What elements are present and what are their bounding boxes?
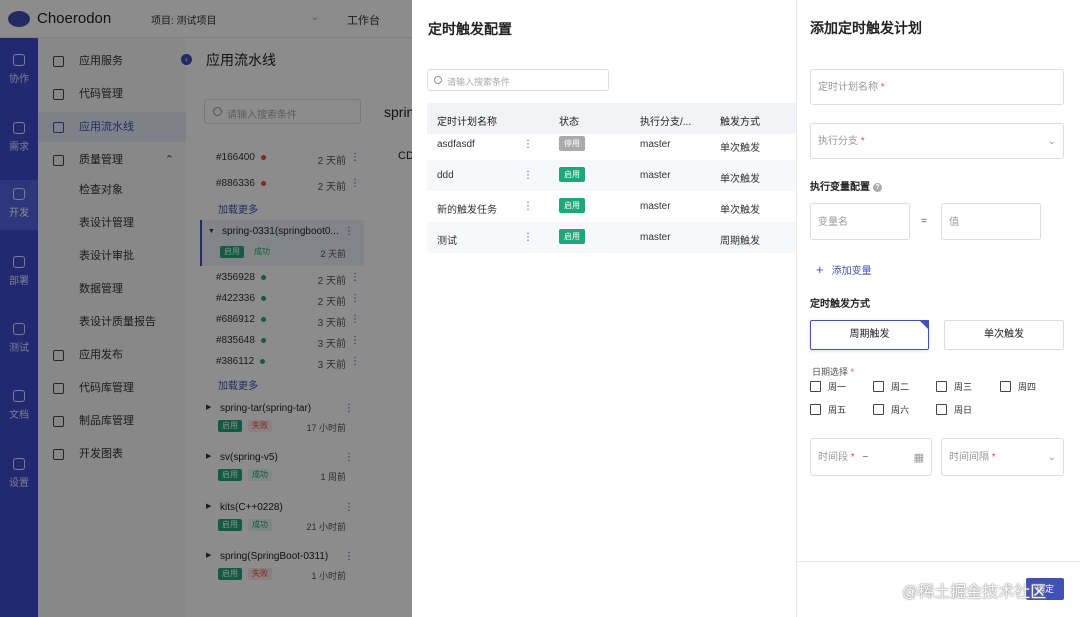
single-trigger-option[interactable]: 单次触发 [944, 320, 1064, 350]
checkbox-icon [936, 404, 947, 415]
day-checkbox-tue[interactable]: 周二 [873, 381, 909, 393]
plan-name: 测试 [437, 236, 457, 247]
required-mark: * [991, 452, 996, 463]
trigger-type: 周期触发 [720, 236, 760, 247]
day-label: 周五 [828, 405, 847, 415]
column-header: 状态 [559, 117, 579, 128]
plan-name: ddd [437, 170, 454, 181]
trigger-section-title: 定时触发方式 [810, 299, 870, 310]
var-value-field[interactable]: 值 [941, 203, 1041, 240]
field-label: 定时计划名称 [818, 82, 878, 93]
plan-name-field[interactable]: 定时计划名称 * [810, 69, 1064, 105]
column-header: 执行分支/... [640, 117, 692, 128]
plus-icon: + [816, 262, 824, 277]
status-badge: 停用 [559, 136, 585, 151]
day-label: 周三 [954, 382, 973, 392]
day-label: 周二 [891, 382, 910, 392]
time-range-field[interactable]: 时间段 * ~ ▦ [810, 438, 932, 476]
trigger-type: 单次触发 [720, 174, 760, 185]
search-icon [434, 76, 442, 84]
required-mark: * [860, 136, 865, 147]
required-mark: * [850, 367, 855, 377]
day-checkbox-wed[interactable]: 周三 [936, 381, 972, 393]
field-label: 时间间隔 [949, 452, 989, 463]
search-placeholder: 请输入搜索条件 [447, 77, 511, 87]
checkbox-icon [873, 404, 884, 415]
table-row[interactable]: 测试 ⋮ 启用 master 周期触发 [427, 222, 796, 253]
branch: master [640, 201, 671, 212]
drawer-title: 添加定时触发计划 [810, 20, 922, 36]
add-variable-button[interactable]: + 添加变量 [816, 262, 872, 277]
checkbox-icon [1000, 381, 1011, 392]
more-icon[interactable]: ⋮ [523, 170, 533, 181]
column-header: 触发方式 [720, 117, 760, 128]
chevron-down-icon: ⌄ [1047, 452, 1056, 463]
date-select-label: 日期选择 * [812, 365, 854, 378]
chevron-down-icon: ⌄ [1047, 136, 1056, 147]
day-label: 周六 [891, 405, 910, 415]
interval-select[interactable]: 时间间隔 * ⌄ [941, 438, 1064, 476]
watermark: @稀土掘金技术社区 [902, 584, 1047, 601]
trigger-type: 单次触发 [720, 205, 760, 216]
more-icon[interactable]: ⋮ [523, 201, 533, 212]
field-label: 执行分支 [818, 136, 858, 147]
plan-name: asdfasdf [437, 139, 475, 150]
field-label: 时间段 [818, 452, 848, 463]
branch: master [640, 170, 671, 181]
day-label: 周四 [1018, 382, 1037, 392]
plan-name: 新的触发任务 [437, 205, 497, 216]
range-separator: ~ [862, 452, 869, 463]
day-checkbox-sat[interactable]: 周六 [873, 404, 909, 416]
drawer-footer-divider [796, 561, 1080, 562]
trigger-type: 单次触发 [720, 143, 760, 154]
column-header: 定时计划名称 [437, 117, 497, 128]
status-badge: 启用 [559, 198, 585, 213]
checkbox-icon [810, 381, 821, 392]
branch-select[interactable]: 执行分支 * ⌄ [810, 123, 1064, 159]
add-variable-label: 添加变量 [831, 266, 872, 277]
status-badge: 启用 [559, 229, 585, 244]
required-mark: * [850, 452, 855, 463]
var-name-field[interactable]: 变量名 [810, 203, 910, 240]
field-label: 日期选择 [812, 367, 849, 377]
periodic-trigger-option[interactable]: 周期触发 [810, 320, 929, 350]
more-icon[interactable]: ⋮ [523, 232, 533, 243]
equals-sign: = [921, 216, 927, 227]
config-search-input[interactable]: 请输入搜索条件 [427, 69, 609, 91]
day-checkbox-sun[interactable]: 周日 [936, 404, 972, 416]
day-label: 周日 [954, 405, 973, 415]
checkbox-icon [936, 381, 947, 392]
day-checkbox-mon[interactable]: 周一 [810, 381, 846, 393]
branch: master [640, 232, 671, 243]
section-label: 执行变量配置 [810, 182, 870, 193]
checkbox-icon [810, 404, 821, 415]
status-badge: 启用 [559, 167, 585, 182]
table-row[interactable]: asdfasdf ⋮ 停用 master 单次触发 [427, 129, 796, 160]
more-icon[interactable]: ⋮ [523, 139, 533, 150]
calendar-icon: ▦ [913, 452, 924, 464]
day-checkbox-fri[interactable]: 周五 [810, 404, 846, 416]
branch: master [640, 139, 671, 150]
config-title: 定时触发配置 [428, 21, 512, 37]
day-label: 周一 [828, 382, 847, 392]
required-mark: * [880, 82, 885, 93]
timer-config-panel [412, 0, 796, 617]
checkbox-icon [873, 381, 884, 392]
table-row[interactable]: ddd ⋮ 启用 master 单次触发 [427, 160, 796, 191]
day-checkbox-thu[interactable]: 周四 [1000, 381, 1036, 393]
var-section-title: 执行变量配置? [810, 178, 882, 193]
table-row[interactable]: 新的触发任务 ⋮ 启用 master 单次触发 [427, 191, 796, 222]
help-icon[interactable]: ? [873, 182, 882, 192]
